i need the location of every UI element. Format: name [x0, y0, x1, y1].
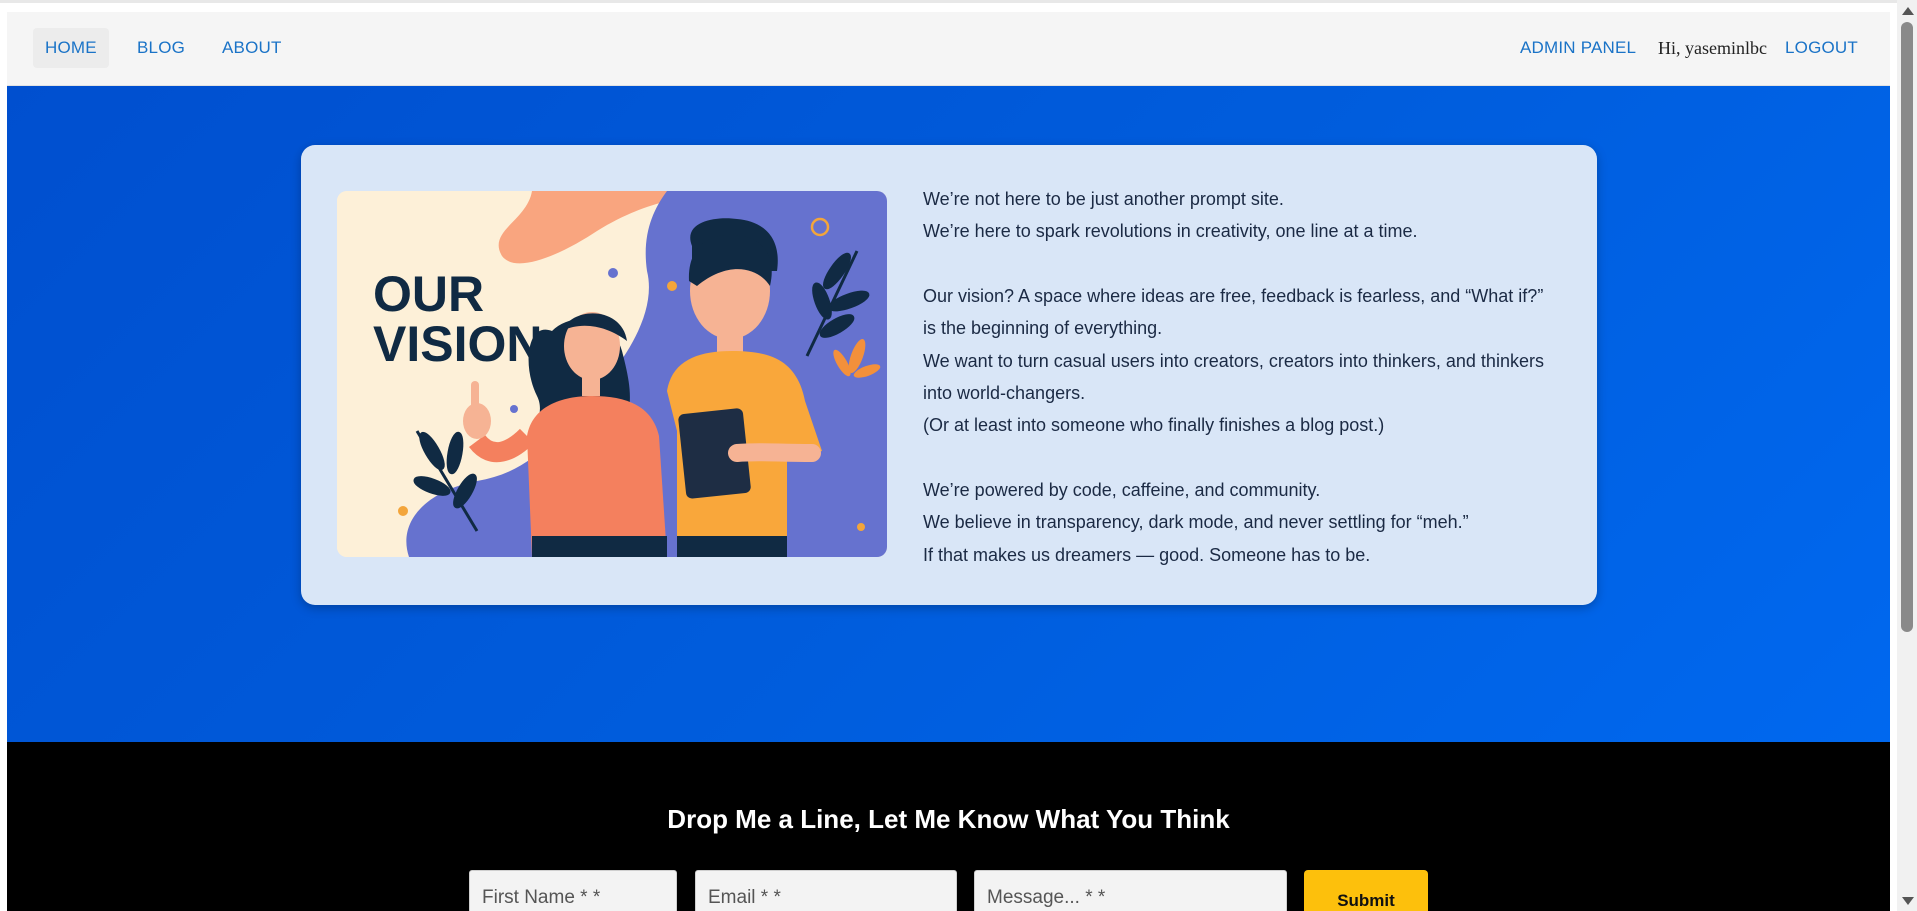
vision-card: OUR VISION We’re not here to be just ano… — [301, 145, 1597, 605]
message-input[interactable]: Message... * * — [974, 870, 1287, 911]
nav-link-admin-panel[interactable]: ADMIN PANEL — [1520, 38, 1636, 58]
scrollbar-thumb[interactable] — [1901, 22, 1913, 632]
vision-line: If that makes us dreamers — good. Someon… — [923, 544, 1371, 565]
contact-footer: Drop Me a Line, Let Me Know What You Thi… — [7, 742, 1890, 911]
vision-line: is the beginning of everything. — [923, 318, 1163, 339]
nav-link-logout[interactable]: LOGOUT — [1785, 38, 1858, 58]
vision-line: We’re not here to be just another prompt… — [923, 189, 1284, 209]
nav-link-blog[interactable]: BLOG — [137, 38, 185, 58]
scroll-down-arrow-icon[interactable] — [1902, 897, 1914, 905]
navbar: HOME BLOG ABOUT ADMIN PANEL Hi, yaseminl… — [7, 12, 1890, 86]
vision-line: Our vision? A space where ideas are free… — [923, 285, 1544, 306]
contact-title: Drop Me a Line, Let Me Know What You Thi… — [667, 804, 1230, 834]
vision-line: We believe in transparency, dark mode, a… — [923, 512, 1469, 533]
page: HOME BLOG ABOUT ADMIN PANEL Hi, yaseminl… — [7, 8, 1890, 911]
nav-link-home[interactable]: HOME — [45, 38, 97, 58]
email-input[interactable]: Email * * — [695, 870, 957, 911]
nav-link-about[interactable]: ABOUT — [222, 38, 282, 58]
image-heading-line2: VISION — [373, 316, 542, 372]
image-heading-line1: OUR — [373, 266, 484, 322]
window-top-border — [0, 0, 1917, 3]
vision-line: (Or at least into someone who finally fi… — [923, 415, 1385, 436]
vision-hero: OUR VISION We’re not here to be just ano… — [7, 86, 1890, 742]
vision-line: We’re here to spark revolutions in creat… — [923, 221, 1418, 242]
vision-line: into world-changers. — [923, 383, 1086, 404]
scroll-up-arrow-icon[interactable] — [1902, 7, 1914, 15]
user-greeting: Hi, yaseminlbc — [1658, 38, 1767, 58]
vision-line: We want to turn casual users into creato… — [923, 350, 1544, 371]
submit-button[interactable]: Submit — [1304, 870, 1428, 911]
first-name-input[interactable]: First Name * * — [469, 870, 677, 911]
vertical-scrollbar[interactable] — [1897, 0, 1917, 911]
vision-illustration-graphic: OUR VISION — [337, 191, 887, 557]
vision-illustration: OUR VISION — [337, 191, 887, 557]
vision-statement: We’re not here to be just another prompt… — [923, 183, 1563, 571]
vision-line: We’re powered by code, caffeine, and com… — [923, 479, 1321, 500]
